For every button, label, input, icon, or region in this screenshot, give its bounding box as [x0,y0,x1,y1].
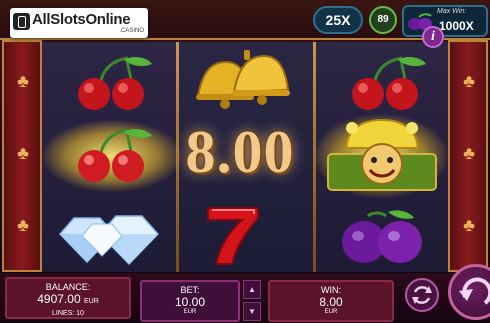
spin-button[interactable] [448,264,490,320]
triangle-down-icon: ▼ [248,307,256,316]
seven-symbol [207,207,259,265]
jester-ornament-icon: ♣ [17,215,29,235]
win-label: WIN: [321,285,341,295]
bet-currency: EUR [183,309,197,315]
bells-symbol [196,50,290,109]
logo-suffix: .CASINO [119,28,144,34]
lines-label: LINES: 10 [52,310,84,317]
balance-label: BALANCE: [45,282,91,292]
plums-symbol [342,210,422,263]
info-button[interactable]: i [422,26,444,48]
diamonds-symbol [58,215,160,266]
win-panel: WIN: 8.00 EUR [268,280,394,322]
spin-arrow-icon [459,277,490,305]
win-value: 8.00 [319,295,343,309]
level-badge: 89 [369,6,397,34]
jester-ornament-icon: ♣ [17,71,29,91]
bet-label: BET: [180,285,200,295]
bet-increase-button[interactable]: ▲ [243,280,261,299]
autoplay-button[interactable] [405,278,439,312]
cherries-symbol-winning [78,128,152,182]
right-frame-column: ♣ ♣ ♣ [448,40,488,272]
jester-ornament-icon: ♣ [463,71,475,91]
left-frame-column: ♣ ♣ ♣ [2,40,42,272]
bet-decrease-button[interactable]: ▼ [243,302,261,321]
jester-symbol [327,118,437,191]
max-win-display: Max Win: 1000X [402,5,488,37]
win-amount-overlay: 8.00 [185,119,295,185]
cherries-symbol [352,56,426,110]
jester-ornament-icon: ♣ [463,143,475,163]
bet-value: 10.00 [174,295,206,309]
balance-value-row: 4907.00 EUR [7,292,129,309]
coins-multiplier: 25X [313,6,363,34]
win-currency: EUR [324,309,338,315]
jester-ornament-icon: ♣ [17,143,29,163]
triangle-up-icon: ▲ [248,285,256,294]
balance-panel: BALANCE: 4907.00 EUR LINES: 10 [5,277,131,319]
max-win-value: 1000X [439,19,474,33]
logo-text: AllSlotsOnline [32,11,131,28]
cherries-symbol [78,56,152,110]
max-win-label: Max Win: [437,8,467,15]
balance-value: 4907.00 [37,292,81,306]
bet-panel[interactable]: BET: 10.00 EUR [140,280,240,322]
autoplay-arrows-icon [412,286,432,304]
site-logo: AllSlotsOnline .CASINO [10,8,148,38]
balance-currency: EUR [83,298,99,305]
slot-machine-icon [13,13,30,30]
jester-ornament-icon: ♣ [463,215,475,235]
